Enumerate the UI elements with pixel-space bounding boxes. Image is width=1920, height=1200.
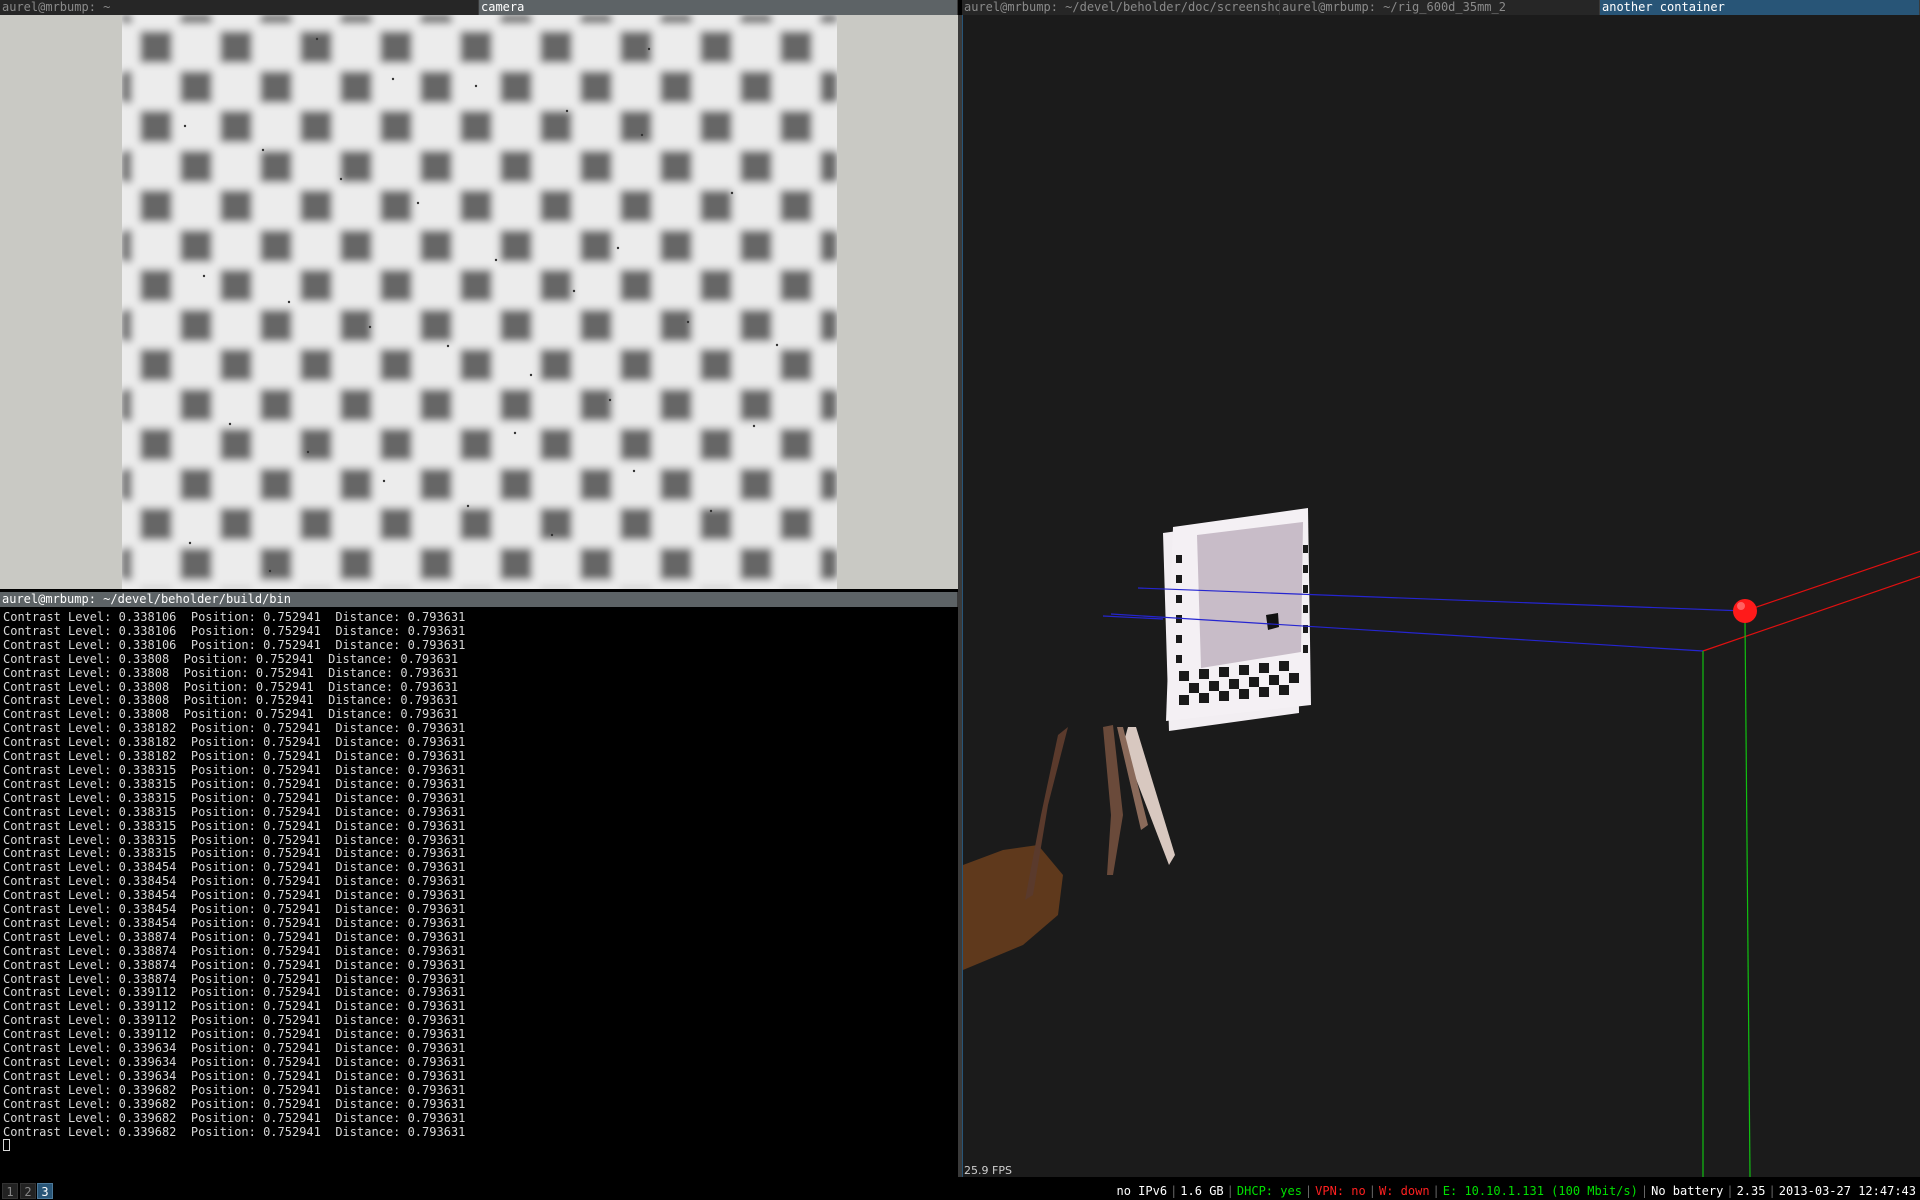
terminal-line: Contrast Level: 0.338182 Position: 0.752… xyxy=(3,749,466,764)
terminal-line: Contrast Level: 0.339682 Position: 0.752… xyxy=(3,1096,466,1111)
status-items: no IPv6 | 1.6 GB | DHCP: yes | VPN: no | W: down… xyxy=(1116,1182,1916,1200)
status-item: 2.35 xyxy=(1736,1184,1766,1198)
i3-statusbar: 1 2 3 no IPv6 | 1.6 GB | DHCP: yes | VPN: no | W… xyxy=(0,1182,1920,1200)
terminal-line: Contrast Level: 0.339112 Position: 0.752… xyxy=(3,985,466,1000)
axis-red-upper xyxy=(1744,550,1920,612)
terminal-line: Contrast Level: 0.338106 Position: 0.752… xyxy=(3,610,466,624)
pointcloud-ground xyxy=(963,845,1063,970)
pointcloud-leg-right xyxy=(1123,727,1175,865)
left-container-tabbar: aurel@mrbump: ~ camera xyxy=(0,0,958,15)
terminal-line: Contrast Level: 0.338182 Position: 0.752… xyxy=(3,735,466,750)
terminal-titlebar: aurel@mrbump: ~/devel/beholder/build/bin xyxy=(0,592,958,607)
terminal-line: Contrast Level: 0.339634 Position: 0.752… xyxy=(3,1068,466,1083)
tab-another-container[interactable]: another container xyxy=(1600,0,1920,15)
terminal-line: Contrast Level: 0.338454 Position: 0.752… xyxy=(3,888,466,903)
terminal-line: Contrast Level: 0.33808 Position: 0.7529… xyxy=(3,651,459,666)
terminal-cursor xyxy=(3,1139,958,1153)
camera-view[interactable] xyxy=(0,15,958,589)
terminal-line: Contrast Level: 0.338874 Position: 0.752… xyxy=(3,943,466,958)
workspace-1-button[interactable]: 1 xyxy=(2,1183,18,1199)
tab-terminal-screenshots[interactable]: aurel@mrbump: ~/devel/beholder/doc/scree… xyxy=(962,0,1280,15)
tab-camera[interactable]: camera xyxy=(479,0,958,15)
terminal-line: Contrast Level: 0.33808 Position: 0.7529… xyxy=(3,707,459,722)
terminal-line: Contrast Level: 0.33808 Position: 0.7529… xyxy=(3,679,459,694)
terminal-line: Contrast Level: 0.339682 Position: 0.752… xyxy=(3,1082,466,1097)
terminal-line: Contrast Level: 0.338315 Position: 0.752… xyxy=(3,776,466,791)
tab-terminal-home[interactable]: aurel@mrbump: ~ xyxy=(0,0,479,15)
terminal-line: Contrast Level: 0.339112 Position: 0.752… xyxy=(3,1013,466,1028)
terminal-line: Contrast Level: 0.33808 Position: 0.7529… xyxy=(3,693,459,708)
terminal-line: Contrast Level: 0.338106 Position: 0.752… xyxy=(3,637,466,652)
terminal-line: Contrast Level: 0.338874 Position: 0.752… xyxy=(3,971,466,986)
status-item: 1.6 GB xyxy=(1180,1184,1224,1198)
terminal-line: Contrast Level: 0.338454 Position: 0.752… xyxy=(3,874,466,889)
terminal-line: Contrast Level: 0.33808 Position: 0.7529… xyxy=(3,665,459,680)
status-item: E: 10.10.1.131 (100 Mbit/s) xyxy=(1442,1184,1638,1198)
terminal-line: Contrast Level: 0.338315 Position: 0.752… xyxy=(3,762,466,777)
terminal-line: Contrast Level: 0.338454 Position: 0.752… xyxy=(3,902,466,917)
terminal-line: Contrast Level: 0.339634 Position: 0.752… xyxy=(3,1055,466,1069)
terminal-line: Contrast Level: 0.339682 Position: 0.752… xyxy=(3,1124,466,1139)
terminal-line: Contrast Level: 0.338454 Position: 0.752… xyxy=(3,860,466,875)
terminal-line: Contrast Level: 0.338182 Position: 0.752… xyxy=(3,721,466,736)
status-separator: | xyxy=(1726,1184,1734,1198)
status-item: VPN: no xyxy=(1315,1184,1366,1198)
terminal-line: Contrast Level: 0.339112 Position: 0.752… xyxy=(3,999,466,1014)
status-separator: | xyxy=(1432,1184,1440,1198)
terminal-output[interactable]: Contrast Level: 0.338106 Position: 0.752… xyxy=(0,607,958,1177)
terminal-line: Contrast Level: 0.339634 Position: 0.752… xyxy=(3,1041,466,1056)
right-container-tabbar: aurel@mrbump: ~/devel/beholder/doc/scree… xyxy=(962,0,1920,15)
axis-green-right xyxy=(1744,619,1751,1177)
status-item: No battery xyxy=(1651,1184,1724,1198)
terminal-line: Contrast Level: 0.338874 Position: 0.752… xyxy=(3,929,466,944)
3d-scene-view[interactable] xyxy=(962,15,1920,1177)
tab-terminal-rig[interactable]: aurel@mrbump: ~/rig_600d_35mm_2 xyxy=(1280,0,1600,15)
checkerboard-image xyxy=(122,15,837,589)
tab-terminal-build[interactable]: aurel@mrbump: ~/devel/beholder/build/bin xyxy=(0,592,958,607)
status-item: no IPv6 xyxy=(1116,1184,1168,1198)
terminal-line: Contrast Level: 0.338874 Position: 0.752… xyxy=(3,957,466,972)
terminal-line: Contrast Level: 0.339112 Position: 0.752… xyxy=(3,1027,466,1042)
terminal-line: Contrast Level: 0.338315 Position: 0.752… xyxy=(3,804,466,819)
terminal-line: Contrast Level: 0.338106 Position: 0.752… xyxy=(3,623,466,638)
pointcloud-leg-mid xyxy=(1103,725,1123,875)
status-separator: | xyxy=(1170,1184,1178,1198)
status-item: DHCP: yes xyxy=(1236,1184,1302,1198)
terminal-line: Contrast Level: 0.338315 Position: 0.752… xyxy=(3,832,466,847)
terminal-line: Contrast Level: 0.338454 Position: 0.752… xyxy=(3,915,466,930)
status-separator: | xyxy=(1226,1184,1234,1198)
terminal-line: Contrast Level: 0.338315 Position: 0.752… xyxy=(3,790,466,805)
status-item: W: down xyxy=(1378,1184,1430,1198)
scene-render xyxy=(963,508,1920,1177)
target-dark-spot xyxy=(1266,613,1279,630)
workspace-3-button[interactable]: 3 xyxy=(37,1183,53,1199)
target-inner-panel xyxy=(1197,522,1303,668)
status-separator: | xyxy=(1304,1184,1313,1198)
status-separator: | xyxy=(1768,1184,1776,1198)
marker-sphere xyxy=(1733,599,1757,623)
fps-counter: 25.9 FPS xyxy=(964,1164,1012,1177)
status-separator: | xyxy=(1640,1184,1649,1198)
status-separator: | xyxy=(1368,1184,1376,1198)
terminal-line: Contrast Level: 0.338315 Position: 0.752… xyxy=(3,818,466,833)
status-item: 2013-03-27 12:47:43 xyxy=(1778,1184,1916,1198)
terminal-line: Contrast Level: 0.339682 Position: 0.752… xyxy=(3,1110,466,1125)
terminal-line: Contrast Level: 0.338315 Position: 0.752… xyxy=(3,846,466,861)
workspace-2-button[interactable]: 2 xyxy=(20,1183,36,1199)
